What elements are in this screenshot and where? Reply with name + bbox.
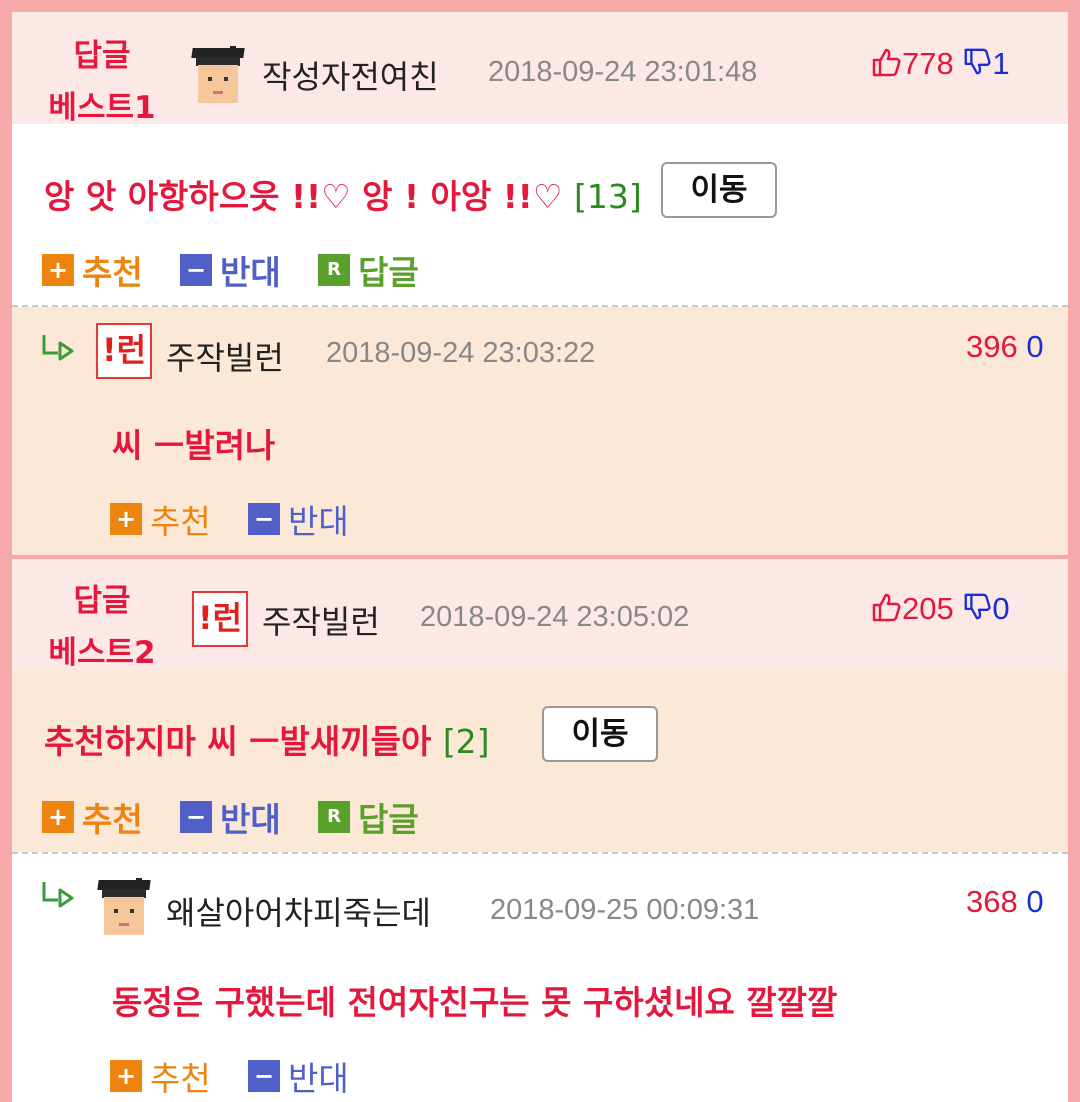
plus-icon: + [42, 801, 74, 833]
thumbs-up-icon[interactable] [870, 591, 902, 631]
oppose-label: 반대 [288, 502, 349, 541]
reply-comment-2: 왜살아어차피죽는데 2018-09-25 00:09:31 368 0 동정은 … [12, 854, 1068, 1102]
best-comment-2-header: 답글 베스트2 !런 주작빌런 2018-09-24 23:05:02 205 … [12, 559, 1068, 671]
reply-count: [2] [442, 722, 490, 761]
oppose-button[interactable]: − 반대 [180, 246, 281, 292]
avatar [190, 46, 246, 104]
up-count: 778 [902, 46, 954, 82]
reply-arrow-icon [42, 335, 74, 361]
oppose-button[interactable]: − 반대 [248, 1052, 349, 1098]
oppose-button[interactable]: − 반대 [248, 495, 349, 541]
oppose-button[interactable]: − 반대 [180, 793, 281, 839]
recommend-label: 추천 [82, 800, 143, 839]
comment-body: 앙 앗 아항하으읏 !!♡ 앙 ! 아앙 !!♡ [44, 177, 563, 216]
down-count: 0 [992, 591, 1010, 627]
minus-icon: − [180, 254, 212, 286]
thumbs-down-icon[interactable] [962, 591, 992, 631]
down-count: 0 [1026, 884, 1044, 919]
thumbs-up-icon[interactable] [870, 46, 902, 86]
timestamp: 2018-09-25 00:09:31 [490, 894, 760, 926]
comment-text: 동정은 구했는데 전여자친구는 못 구하셨네요 깔깔깔 [112, 983, 838, 1022]
recommend-label: 추천 [150, 1059, 211, 1098]
recommend-label: 추천 [82, 253, 143, 292]
vote-counts: 396 0 [966, 329, 1044, 365]
reply-label: 답글 [358, 253, 419, 292]
reply-comment-1: !런 주작빌런 2018-09-24 23:03:22 396 0 씨 ㅡ발려나… [12, 307, 1068, 555]
vote-counts: 368 0 [966, 884, 1044, 920]
recommend-button[interactable]: + 추천 [42, 246, 143, 292]
reply-arrow-icon [42, 882, 74, 908]
recommend-label: 추천 [150, 502, 211, 541]
nickname[interactable]: 주작빌런 [166, 333, 284, 379]
oppose-label: 반대 [220, 253, 281, 292]
best-comment-1-body: 앙 앗 아항하으읏 !!♡ 앙 ! 아앙 !!♡ [13] 이동 + 추천 − 반대… [12, 124, 1068, 305]
comment-text: 씨 ㅡ발려나 [112, 426, 276, 465]
move-button[interactable]: 이동 [661, 162, 777, 218]
best-label-top: 답글 [73, 583, 131, 619]
best-comment-2-body: 추천하지마 씨 ㅡ발새끼들아 [2] 이동 + 추천 − 반대 R 답글 [12, 669, 1068, 852]
vote-counts: 778 1 [870, 46, 1010, 86]
avatar: !런 [96, 323, 152, 379]
up-count: 396 [966, 329, 1018, 364]
vote-counts: 205 0 [870, 591, 1010, 631]
reply-button[interactable]: R 답글 [318, 246, 419, 292]
minus-icon: − [180, 801, 212, 833]
avatar [96, 878, 152, 936]
comment-text: 추천하지마 씨 ㅡ발새끼들아 [2] [44, 715, 490, 763]
minus-icon: − [248, 503, 280, 535]
plus-icon: + [42, 254, 74, 286]
timestamp: 2018-09-24 23:03:22 [326, 337, 596, 369]
move-button[interactable]: 이동 [542, 706, 658, 762]
nickname[interactable]: 왜살아어차피죽는데 [166, 888, 431, 934]
timestamp: 2018-09-24 23:01:48 [488, 56, 758, 88]
r-icon: R [318, 254, 350, 286]
oppose-label: 반대 [220, 800, 281, 839]
avatar: !런 [192, 591, 248, 647]
down-count: 0 [1026, 329, 1044, 364]
nickname[interactable]: 주작빌런 [262, 597, 380, 643]
recommend-button[interactable]: + 추천 [110, 495, 211, 541]
r-icon: R [318, 801, 350, 833]
best-comment-1-header: 답글 베스트1 작성자전여친 2018-09-24 23:01:48 778 1 [12, 12, 1068, 126]
timestamp: 2018-09-24 23:05:02 [420, 601, 690, 633]
nickname[interactable]: 작성자전여친 [262, 52, 439, 98]
reply-label: 답글 [358, 800, 419, 839]
up-count: 205 [902, 591, 954, 627]
plus-icon: + [110, 1060, 142, 1092]
best-label-top: 답글 [73, 38, 131, 74]
thumbs-down-icon[interactable] [962, 46, 992, 86]
oppose-label: 반대 [288, 1059, 349, 1098]
up-count: 368 [966, 884, 1018, 919]
recommend-button[interactable]: + 추천 [42, 793, 143, 839]
down-count: 1 [992, 46, 1010, 82]
recommend-button[interactable]: + 추천 [110, 1052, 211, 1098]
comment-text: 앙 앗 아항하으읏 !!♡ 앙 ! 아앙 !!♡ [13] [44, 170, 642, 218]
reply-count: [13] [573, 177, 642, 216]
comment-body: 추천하지마 씨 ㅡ발새끼들아 [44, 722, 432, 761]
minus-icon: − [248, 1060, 280, 1092]
comment-list: 답글 베스트1 작성자전여친 2018-09-24 23:01:48 778 1… [12, 12, 1068, 1102]
reply-button[interactable]: R 답글 [318, 793, 419, 839]
plus-icon: + [110, 503, 142, 535]
